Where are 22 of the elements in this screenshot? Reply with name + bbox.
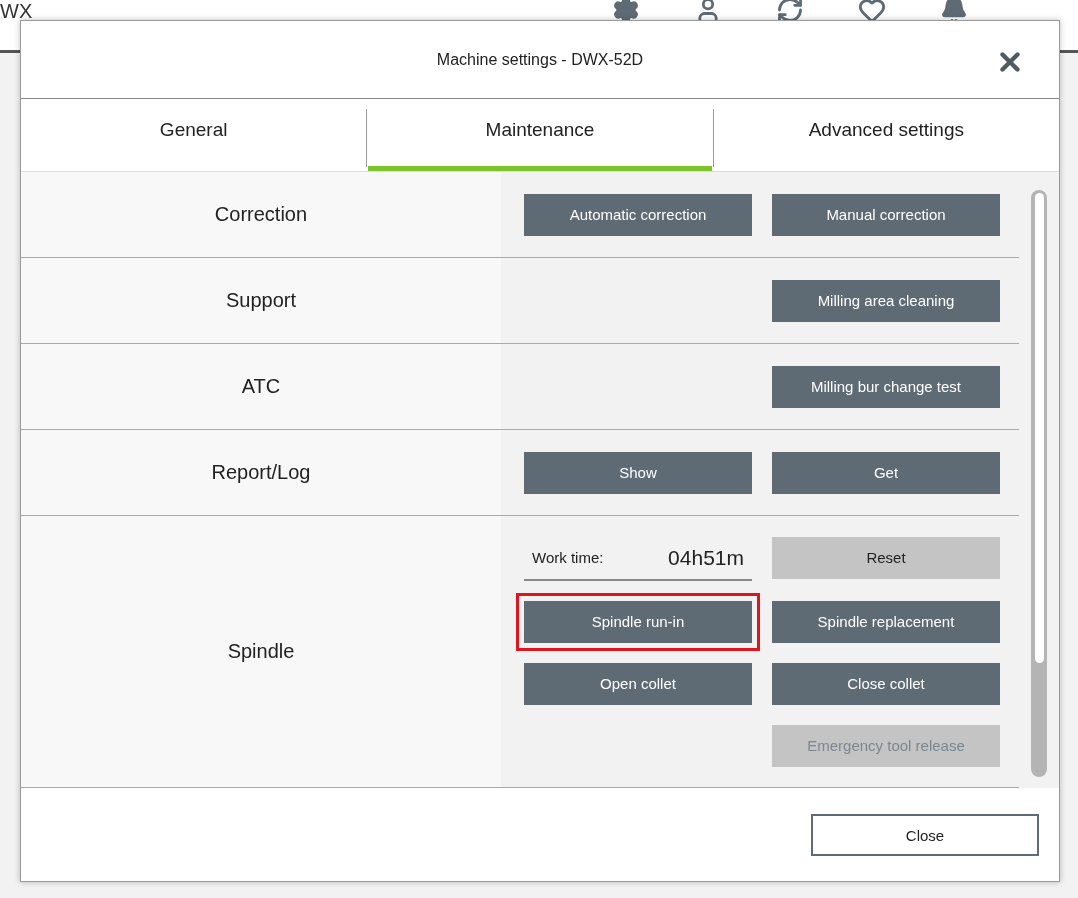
- app-title: WX: [0, 0, 33, 22]
- action-button[interactable]: Milling bur change test: [772, 365, 1000, 408]
- action-button[interactable]: Milling area cleaning: [772, 279, 1000, 322]
- work-time-value: 04h51m: [668, 545, 744, 570]
- action-button[interactable]: Close collet: [772, 662, 1000, 705]
- action-button[interactable]: Show: [524, 451, 752, 494]
- action-button[interactable]: Spindle replacement: [772, 600, 1000, 643]
- action-button[interactable]: Get: [772, 451, 1000, 494]
- section-label: Support: [21, 258, 501, 343]
- scrollbar[interactable]: [1031, 190, 1047, 777]
- close-button[interactable]: Close: [811, 814, 1039, 856]
- action-button[interactable]: Reset: [772, 536, 1000, 579]
- section-label: ATC: [21, 344, 501, 429]
- work-time-label: Work time:: [532, 549, 604, 566]
- section-label: Spindle: [21, 516, 501, 787]
- action-button[interactable]: Spindle run-in: [524, 600, 752, 643]
- section-label: Correction: [21, 172, 501, 257]
- action-button[interactable]: Open collet: [524, 662, 752, 705]
- action-button[interactable]: Manual correction: [772, 193, 1000, 236]
- action-button[interactable]: Automatic correction: [524, 193, 752, 236]
- section-label: Report/Log: [21, 430, 501, 515]
- dialog-title: Machine settings - DWX-52D: [436, 50, 644, 69]
